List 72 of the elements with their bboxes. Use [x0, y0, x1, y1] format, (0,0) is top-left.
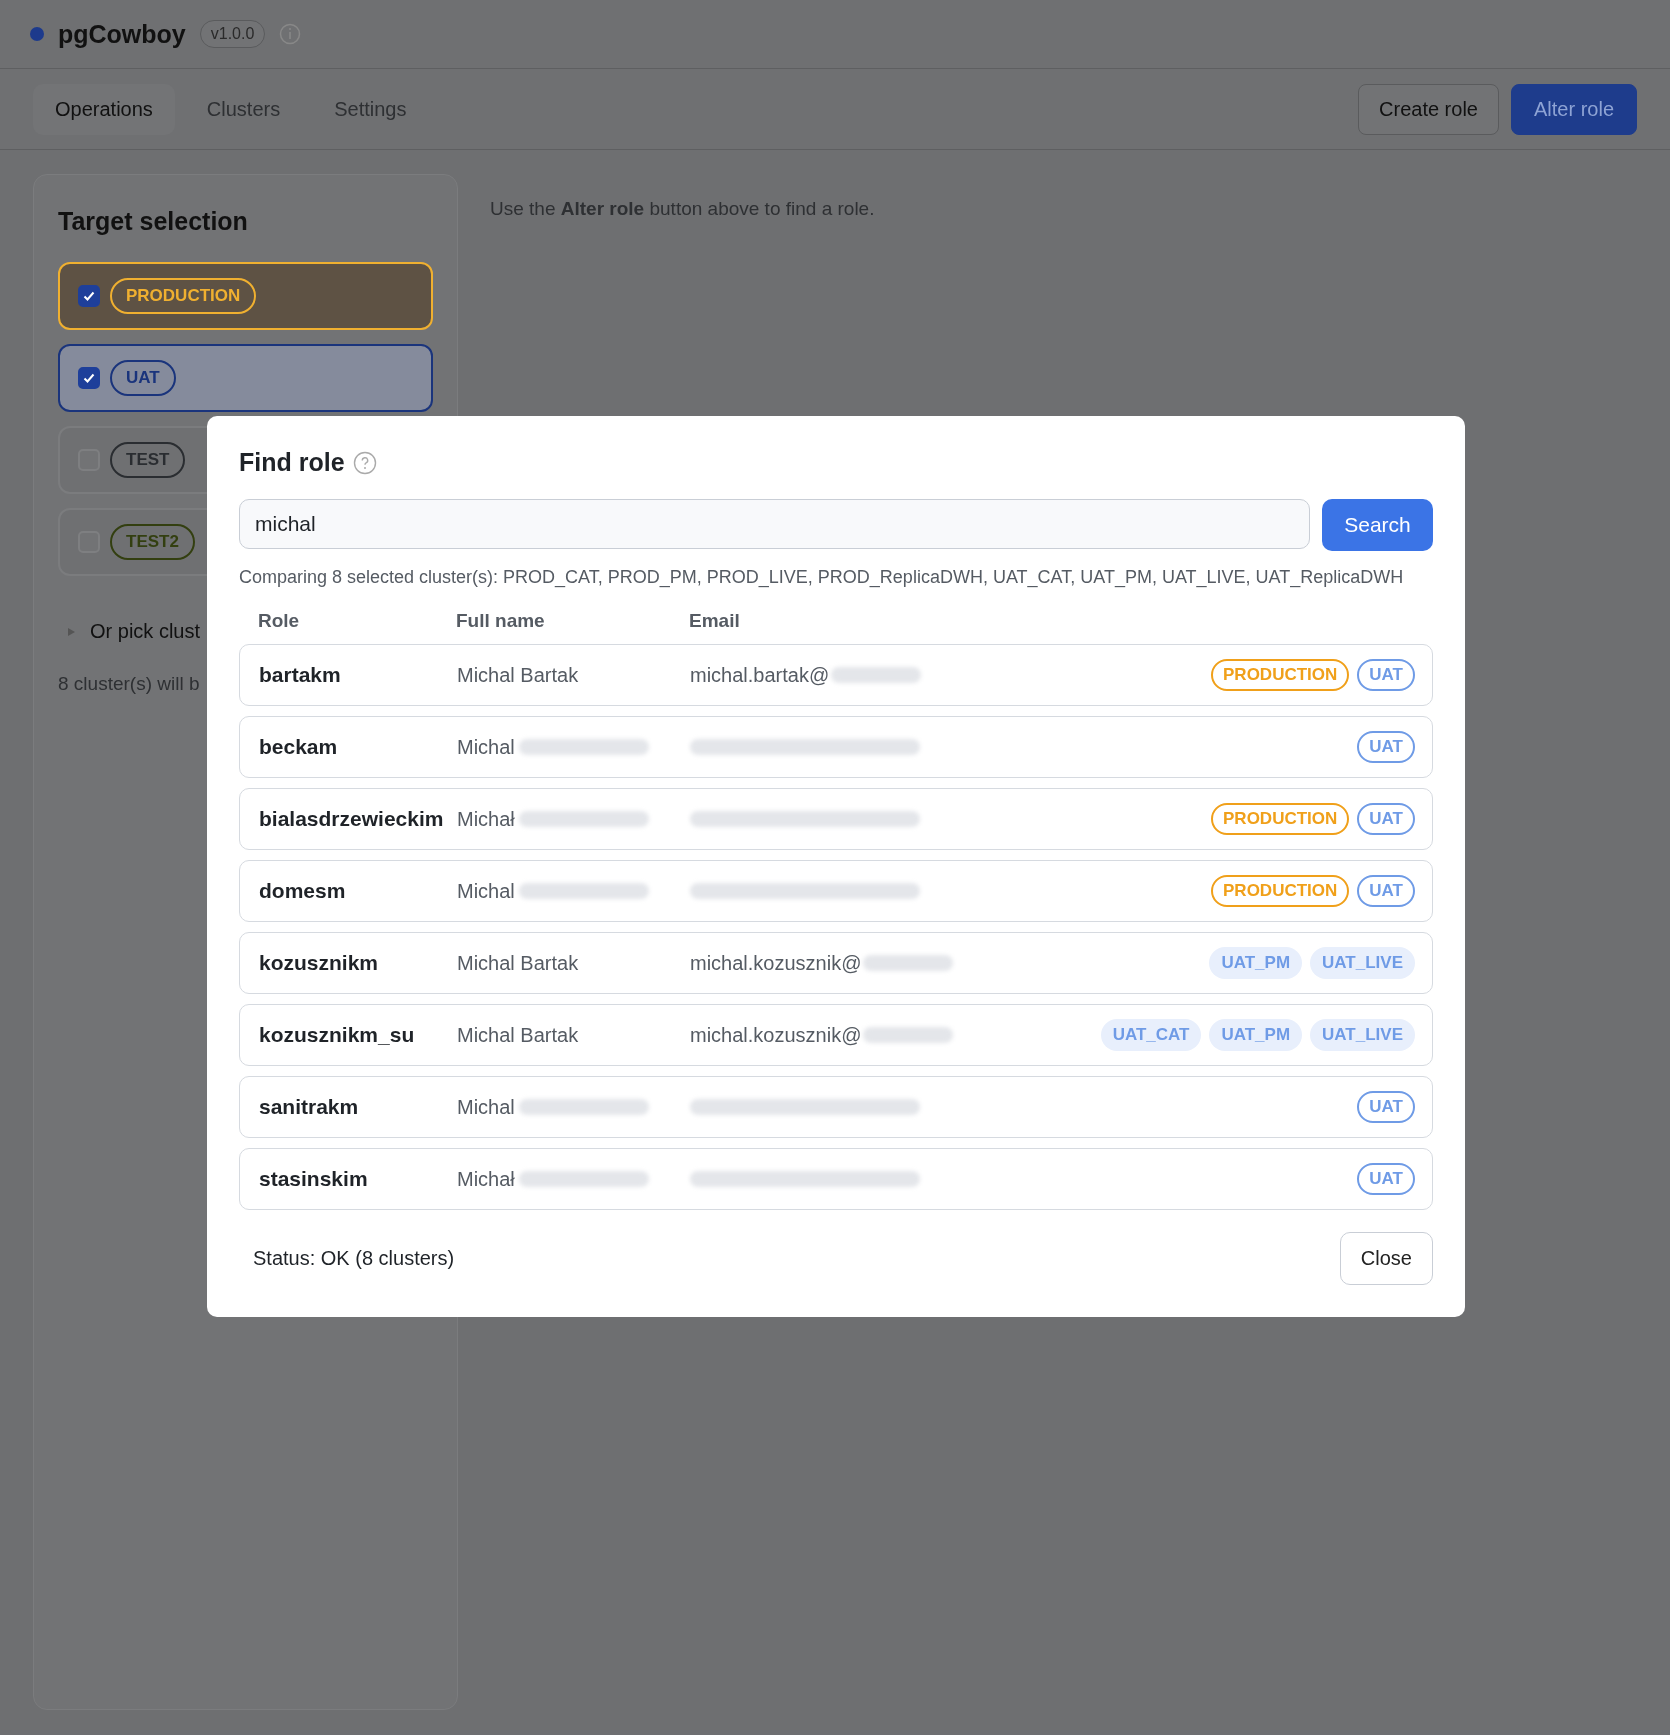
cluster-tag: UAT: [1357, 731, 1415, 763]
role-row[interactable]: sanitrakm Michal UAT: [239, 1076, 1433, 1138]
version-badge: v1.0.0: [199, 20, 266, 48]
cluster-tag: PRODUCTION: [1211, 803, 1350, 835]
comparison-info: Comparing 8 selected cluster(s): PROD_CAT, PROD_PM, PROD_LIVE, PROD_ReplicaDWH, UAT_CAT, UAT_PM, UAT_LIVE, UAT_ReplicaDWH: [239, 567, 1405, 588]
create-role-button[interactable]: Create role: [1358, 83, 1499, 135]
email: michal.kozusznik@: [690, 1023, 862, 1047]
full-name: Michal Bartak: [457, 663, 579, 687]
role-row[interactable]: stasinskim Michał UAT: [239, 1148, 1433, 1210]
role-name: kozusznikm: [259, 951, 380, 975]
environment-tag: TEST: [110, 442, 186, 478]
full-name: Michał: [457, 807, 515, 831]
expand-triangle-icon[interactable]: [66, 626, 76, 637]
cluster-summary: 8 cluster(s) will b: [58, 673, 200, 695]
cluster-tag: UAT: [1357, 1091, 1415, 1123]
full-name: Michał: [457, 1167, 515, 1191]
column-header: Role: [258, 610, 301, 632]
full-name: Michal Bartak: [457, 1023, 579, 1047]
checkbox[interactable]: [78, 285, 100, 307]
status-dot-icon: [30, 27, 44, 41]
role-name: kozusznikm_su: [259, 1023, 416, 1047]
close-button[interactable]: Close: [1339, 1232, 1433, 1285]
role-name: domesm: [259, 879, 347, 903]
cluster-tag: UAT_CAT: [1100, 1019, 1202, 1051]
search-button[interactable]: Search: [1322, 499, 1433, 551]
email: michal.kozusznik@: [690, 951, 862, 975]
checkbox[interactable]: [78, 367, 100, 389]
help-icon[interactable]: [352, 450, 377, 475]
info-icon[interactable]: [279, 23, 302, 45]
alter-role-button[interactable]: Alter role: [1510, 83, 1637, 135]
full-name: Michal: [457, 879, 515, 903]
cluster-tag: UAT: [1357, 803, 1415, 835]
email: michal.bartak@: [690, 663, 830, 687]
cluster-tag: UAT_LIVE: [1310, 1019, 1415, 1051]
search-field[interactable]: michal: [239, 499, 1310, 549]
environment-tag: PRODUCTION: [110, 278, 257, 314]
full-name: Michal: [457, 1095, 515, 1119]
cluster-tag: UAT_LIVE: [1310, 947, 1415, 979]
panel-title: Target selection: [58, 207, 249, 236]
cluster-tag: UAT_PM: [1209, 947, 1303, 979]
cluster-option[interactable]: PRODUCTION: [58, 262, 433, 330]
status-text: Status: OK (8 clusters): [253, 1247, 455, 1270]
cluster-tag: PRODUCTION: [1211, 875, 1350, 907]
role-name: sanitrakm: [259, 1095, 360, 1119]
role-name: bartakm: [259, 663, 342, 687]
dialog-title: Find role: [239, 448, 345, 477]
nav-tab[interactable]: Operations: [33, 83, 175, 135]
cluster-tag: UAT_PM: [1209, 1019, 1303, 1051]
role-row[interactable]: beckam Michal UAT: [239, 716, 1433, 778]
cluster-picker-toggle[interactable]: Or pick clust: [90, 620, 201, 643]
role-row[interactable]: kozusznikm Michal Bartak michal.kozusznik@ UAT_PM UAT_LIVE: [239, 932, 1433, 994]
column-header: Full name: [456, 610, 546, 632]
cluster-tag: UAT: [1357, 1163, 1415, 1195]
role-row[interactable]: bartakm Michal Bartak michal.bartak@ PRODUCTION UAT: [239, 644, 1433, 706]
environment-tag: TEST2: [110, 524, 195, 560]
role-name: stasinskim: [259, 1167, 369, 1191]
column-header: Email: [689, 610, 741, 632]
role-row[interactable]: bialasdrzewieckim Michał PRODUCTION UAT: [239, 788, 1433, 850]
cluster-tag: UAT: [1357, 875, 1415, 907]
role-row[interactable]: domesm Michal PRODUCTION UAT: [239, 860, 1433, 922]
check-icon: [82, 289, 96, 303]
role-row[interactable]: kozusznikm_su Michal Bartak michal.kozusznik@ UAT_CAT UAT_PM UAT_LIVE: [239, 1004, 1433, 1066]
cluster-tag: UAT: [1357, 659, 1415, 691]
full-name: Michal: [457, 735, 515, 759]
role-name: bialasdrzewieckim: [259, 807, 445, 831]
check-icon: [82, 371, 96, 385]
hint-text: Use the Alter role button above to find a role.: [490, 198, 875, 220]
app-title: pgCowboy: [58, 19, 186, 49]
role-name: beckam: [259, 735, 339, 759]
environment-tag: UAT: [110, 360, 176, 396]
full-name: Michal Bartak: [457, 951, 579, 975]
cluster-tag: PRODUCTION: [1211, 659, 1350, 691]
